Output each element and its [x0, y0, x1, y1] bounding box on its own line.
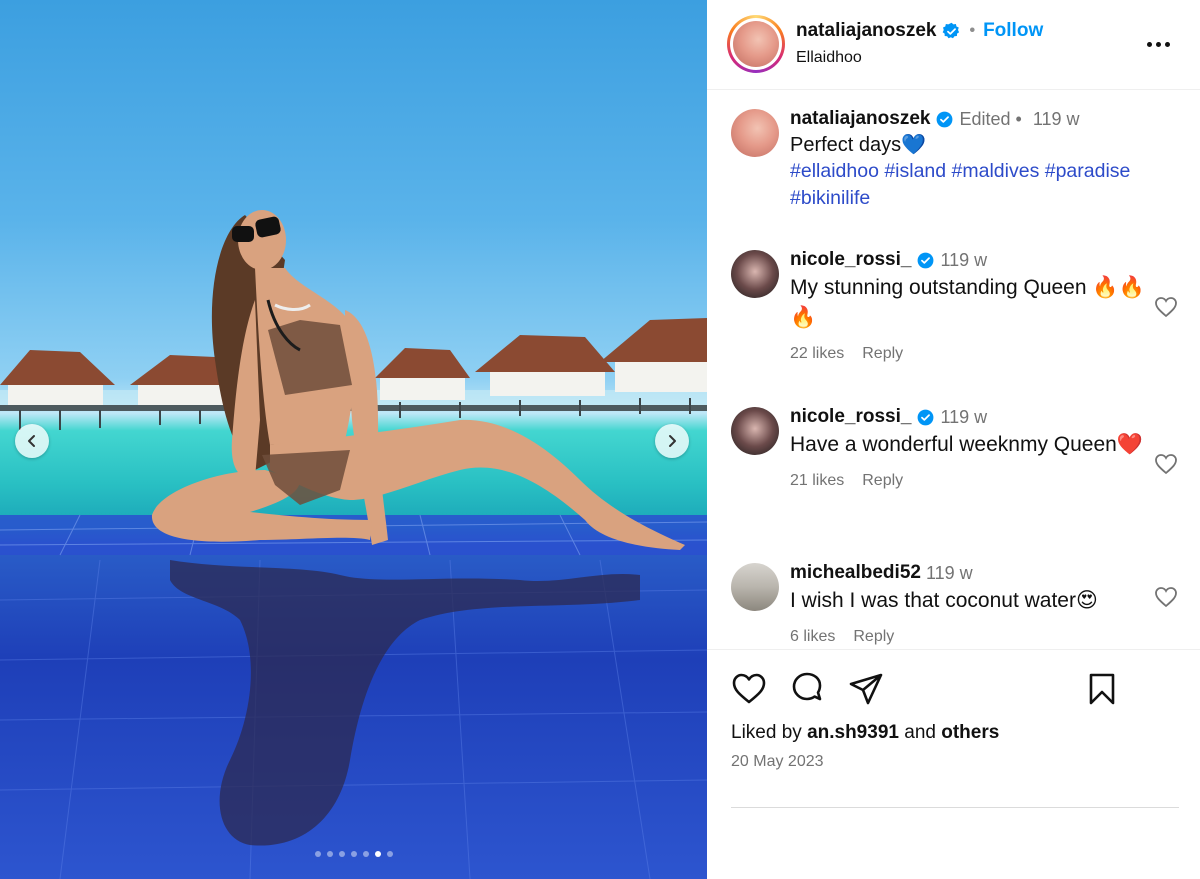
reply-button[interactable]: Reply: [853, 628, 894, 646]
heart-icon[interactable]: [1154, 586, 1178, 608]
liked-by-prefix: Liked by: [731, 722, 802, 743]
reply-button[interactable]: Reply: [862, 345, 903, 363]
heart-icon[interactable]: [1154, 296, 1178, 318]
bookmark-icon[interactable]: [1084, 671, 1120, 707]
caption-hashtags[interactable]: #ellaidhoo #island #maldives #paradise #…: [790, 158, 1160, 212]
carousel-dot: [314, 851, 321, 857]
carousel-dot: [350, 851, 357, 857]
caption-age[interactable]: 119 w: [1033, 109, 1080, 130]
carousel-dot: [338, 851, 345, 857]
post-location[interactable]: Ellaidhoo: [796, 49, 862, 67]
liked-by-user[interactable]: an.sh9391: [807, 722, 899, 743]
commenter-avatar[interactable]: [731, 563, 779, 611]
photo-scene: [0, 210, 707, 879]
carousel-dot: [362, 851, 369, 857]
post-actions: Liked by an.sh9391 and others 20 May 202…: [707, 649, 1200, 879]
verified-badge-icon: [937, 111, 953, 127]
reply-button[interactable]: Reply: [862, 472, 903, 490]
divider: [731, 807, 1179, 808]
comment-username[interactable]: nicole_rossi_: [790, 406, 911, 428]
post-header: nataliajanoszek • Follow Ellaidhoo: [707, 0, 1200, 90]
liked-by-others[interactable]: others: [941, 722, 999, 743]
verified-badge-icon: [943, 22, 960, 38]
comment-age[interactable]: 119 w: [940, 407, 987, 428]
header-separator: •: [969, 22, 976, 39]
commenter-avatar[interactable]: [731, 250, 779, 298]
follow-button[interactable]: Follow: [983, 20, 1043, 42]
post-photo[interactable]: [0, 0, 707, 879]
carousel-indicator: [0, 851, 707, 857]
verified-badge-icon: [918, 409, 934, 425]
caption-avatar[interactable]: [731, 109, 779, 157]
author-avatar[interactable]: [727, 15, 785, 73]
comment-text: My stunning outstanding Queen 🔥🔥🔥: [790, 276, 1145, 329]
author-username[interactable]: nataliajanoszek: [796, 20, 936, 42]
carousel-next-button[interactable]: [655, 424, 689, 458]
comment-age[interactable]: 119 w: [940, 250, 987, 271]
post-date[interactable]: 20 May 2023: [731, 753, 824, 771]
heart-icon[interactable]: [731, 671, 767, 707]
comment-username[interactable]: michealbedi52: [790, 562, 921, 584]
comment-icon[interactable]: [789, 671, 825, 707]
post-detail-panel: nataliajanoszek • Follow Ellaidhoo natal…: [707, 0, 1200, 879]
comments-list[interactable]: nataliajanoszek Edited • 119 w Perfect d…: [707, 91, 1200, 649]
caption-username[interactable]: nataliajanoszek: [790, 108, 930, 130]
verified-badge-icon: [918, 252, 934, 268]
carousel-dot: [386, 851, 393, 857]
comment-likes[interactable]: 21 likes: [790, 472, 844, 490]
edited-label: Edited: [959, 108, 1011, 129]
liked-by-text: Liked by an.sh9391 and others: [731, 722, 999, 744]
comment-text: Have a wonderful weeknmy Queen❤️: [790, 433, 1143, 456]
comment-age[interactable]: 119 w: [926, 563, 973, 584]
comment-likes[interactable]: 6 likes: [790, 628, 835, 646]
comment-text: I wish I was that coconut water😍: [790, 589, 1098, 612]
caption-separator: •: [1015, 108, 1022, 129]
chevron-right-icon: [669, 435, 676, 447]
person-reflection: [170, 560, 640, 846]
chevron-left-icon: [28, 435, 35, 447]
carousel-prev-button[interactable]: [15, 424, 49, 458]
more-options-icon[interactable]: [1147, 34, 1175, 54]
caption-text: Perfect days💙: [790, 134, 927, 156]
comment-likes[interactable]: 22 likes: [790, 345, 844, 363]
commenter-avatar[interactable]: [731, 407, 779, 455]
liked-by-conjunction: and: [904, 722, 936, 743]
carousel-dot: [374, 851, 381, 857]
carousel-dot: [326, 851, 333, 857]
share-icon[interactable]: [848, 671, 884, 707]
heart-icon[interactable]: [1154, 453, 1178, 475]
comment-username[interactable]: nicole_rossi_: [790, 249, 911, 271]
